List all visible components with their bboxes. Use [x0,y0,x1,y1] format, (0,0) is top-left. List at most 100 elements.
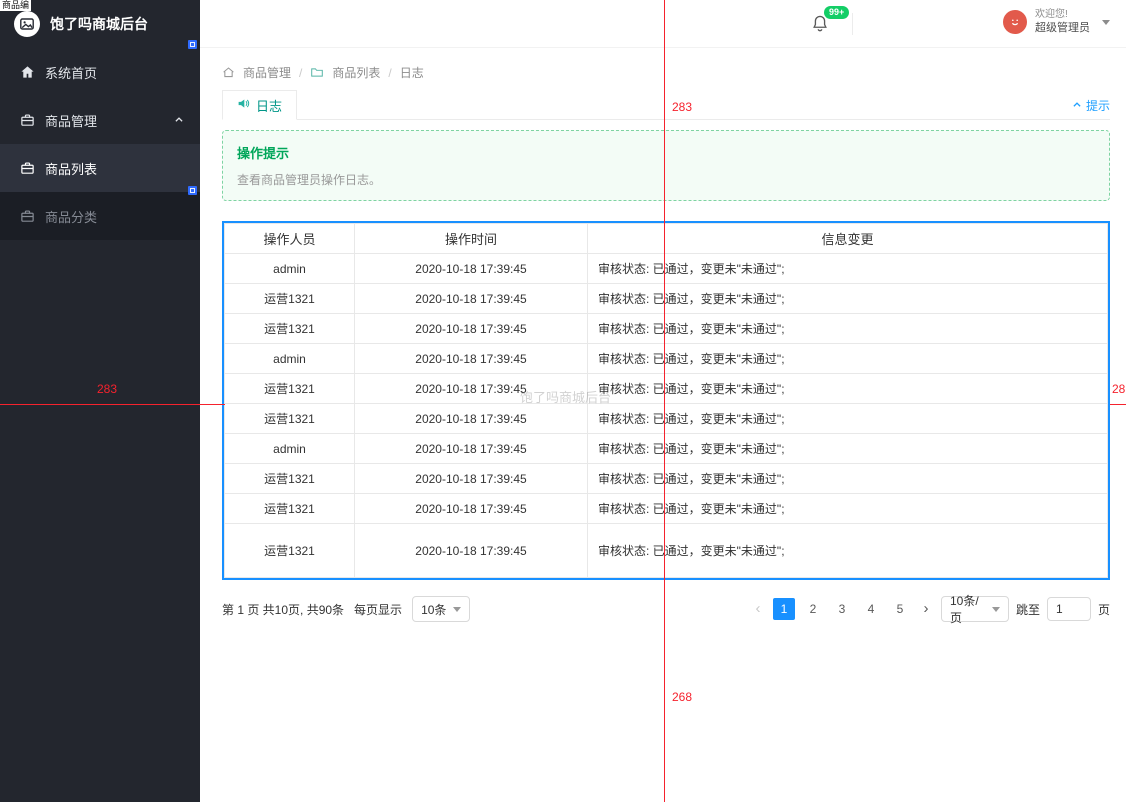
top-bar: 99+ 欢迎您! 超级管理员 [200,0,1126,48]
cell-time: 2020-10-18 17:39:45 [354,253,588,284]
cell-operator: 运营1321 [224,523,355,578]
avatar [1003,10,1027,35]
table-row: admin 2020-10-18 17:39:45 审核状态: 已通过，变更未"… [224,343,1108,374]
page-button-3[interactable]: 3 [831,598,853,620]
col-header-time: 操作时间 [354,223,588,254]
page-button-2[interactable]: 2 [802,598,824,620]
tab-bar: 日志 提示 [222,90,1110,120]
cell-operator: 运营1321 [224,313,355,344]
jump-label: 跳至 [1015,602,1040,617]
chevron-down-icon [453,606,462,612]
main-content: 商品管理 / 商品列表 / 日志 日志 提示 操作提示 查看商品管理员操作日志。… [200,48,1126,802]
cell-info: 审核状态: 已通过，变更未"未通过"; [587,493,1108,524]
cell-operator: 运营1321 [224,403,355,434]
table-row: 运营1321 2020-10-18 17:39:45 审核状态: 已通过，变更未… [224,493,1108,524]
cell-time: 2020-10-18 17:39:45 [354,433,588,464]
pagination-summary: 第 1 页 共10页, 共90条 [222,602,345,617]
page-size-select[interactable]: 10条/页 [940,594,1009,625]
chevron-up-icon [1072,99,1082,113]
table-row: 运营1321 2020-10-18 17:39:45 审核状态: 已通过，变更未… [224,403,1108,434]
sidebar-item-goods-list[interactable]: 商品列表 [0,144,200,192]
cell-info: 审核状态: 已通过，变更未"未通过"; [587,373,1108,404]
tab-log[interactable]: 日志 [222,90,298,120]
cell-time: 2020-10-18 17:39:45 [354,493,588,524]
alert-body: 查看商品管理员操作日志。 [237,173,382,187]
cell-operator: 运营1321 [224,463,355,494]
sidebar-item-label: 商品分类 [45,209,98,225]
cell-operator: admin [224,343,355,374]
breadcrumb-goods-list[interactable]: 商品列表 [332,64,380,81]
home-icon [20,65,35,80]
cell-time: 2020-10-18 17:39:45 [354,373,588,404]
sidebar-item-label: 商品管理 [45,113,98,129]
table-row: 运营1321 2020-10-18 17:39:45 审核状态: 已通过，变更未… [224,373,1108,404]
cell-info: 审核状态: 已通过，变更未"未通过"; [587,463,1108,494]
table-row: 运营1321 2020-10-18 17:39:45 审核状态: 已通过，变更未… [224,313,1108,344]
page-button-4[interactable]: 4 [860,598,882,620]
cell-info: 审核状态: 已通过，变更未"未通过"; [587,433,1108,464]
cell-time: 2020-10-18 17:39:45 [354,283,588,314]
log-tab-icon [237,97,250,113]
pager: ‹ 1 2 3 4 5 › 10条/页 跳至 页 [750,594,1110,625]
table-row: 运营1321 2020-10-18 17:39:45 审核状态: 已通过，变更未… [224,283,1108,314]
table-header-row: 操作人员 操作时间 信息变更 [224,223,1108,254]
sidebar-item-home[interactable]: 系统首页 [0,48,200,96]
header-divider [852,13,853,35]
user-menu[interactable]: 欢迎您! 超级管理员 [1003,9,1110,35]
sidebar: 饱了吗商城后台 系统首页 商品管理 商品列表 商品分类 [0,0,200,802]
welcome-text: 欢迎您! [1035,9,1068,20]
cell-info: 审核状态: 已通过，变更未"未通过"; [587,343,1108,374]
cell-operator: 运营1321 [224,283,355,314]
next-page-button[interactable]: › [918,598,934,620]
user-role: 超级管理员 [1035,21,1090,34]
folder-icon [310,66,324,79]
goods-category-icon [20,209,35,224]
page-button-5[interactable]: 5 [889,598,911,620]
cell-operator: 运营1321 [224,373,355,404]
app-logo[interactable]: 饱了吗商城后台 [0,0,200,48]
sidebar-item-goods-category[interactable]: 商品分类 [0,192,200,240]
alert-title: 操作提示 [237,146,290,161]
per-page-select[interactable]: 10条 [412,596,471,622]
sidebar-item-label: 系统首页 [45,65,98,81]
log-table[interactable]: 操作人员 操作时间 信息变更 admin 2020-10-18 17:39:45… [222,221,1110,580]
cell-info: 审核状态: 已通过，变更未"未通过"; [587,283,1108,314]
sidebar-item-goods-management[interactable]: 商品管理 [0,96,200,144]
breadcrumb-current: 日志 [399,66,424,80]
tab-label: 日志 [256,98,283,114]
sidebar-item-label: 商品列表 [45,161,98,177]
table-row: 运营1321 2020-10-18 17:39:45 审核状态: 已通过，变更未… [224,463,1108,494]
cell-time: 2020-10-18 17:39:45 [354,313,588,344]
sidebar-menu: 系统首页 商品管理 商品列表 商品分类 [0,48,200,240]
app-root: 饱了吗商城后台 系统首页 商品管理 商品列表 商品分类 99+ 欢迎您! 超级管… [0,0,1126,802]
prev-page-button[interactable]: ‹ [750,598,766,620]
page-size-value: 10条/页 [949,594,979,625]
goods-list-icon [20,161,35,176]
hint-label: 提示 [1085,99,1110,113]
jump-page-input[interactable] [1046,597,1091,621]
page-button-1[interactable]: 1 [772,598,795,620]
cell-time: 2020-10-18 17:39:45 [354,523,588,578]
cell-info: 审核状态: 已通过，变更未"未通过"; [587,403,1108,434]
cell-info: 审核状态: 已通过，变更未"未通过"; [587,253,1108,284]
breadcrumb-goods-management[interactable]: 商品管理 [243,64,291,81]
chevron-down-icon [991,606,1000,612]
breadcrumb-separator: / [388,65,392,80]
cell-info: 审核状态: 已通过，变更未"未通过"; [587,523,1108,578]
notification-badge: 99+ [824,6,850,19]
cell-info: 审核状态: 已通过，变更未"未通过"; [587,313,1108,344]
cell-operator: admin [224,253,355,284]
per-page-value: 10条 [421,602,447,617]
table-row: 运营1321 2020-10-18 17:39:45 审核状态: 已通过，变更未… [224,523,1108,578]
breadcrumb-separator: / [299,65,303,80]
hint-toggle[interactable]: 提示 [1072,97,1110,114]
chevron-up-icon [174,115,184,125]
cell-time: 2020-10-18 17:39:45 [354,463,588,494]
goods-box-icon [20,113,35,128]
col-header-info: 信息变更 [587,223,1108,254]
app-title: 饱了吗商城后台 [50,16,148,32]
user-info: 欢迎您! 超级管理员 [1035,9,1090,35]
pagination-bar: 第 1 页 共10页, 共90条 每页显示 10条 ‹ 1 2 3 4 5 › … [222,594,1110,625]
chevron-down-icon [1102,19,1110,25]
operation-tip-alert: 操作提示 查看商品管理员操作日志。 [222,130,1110,201]
